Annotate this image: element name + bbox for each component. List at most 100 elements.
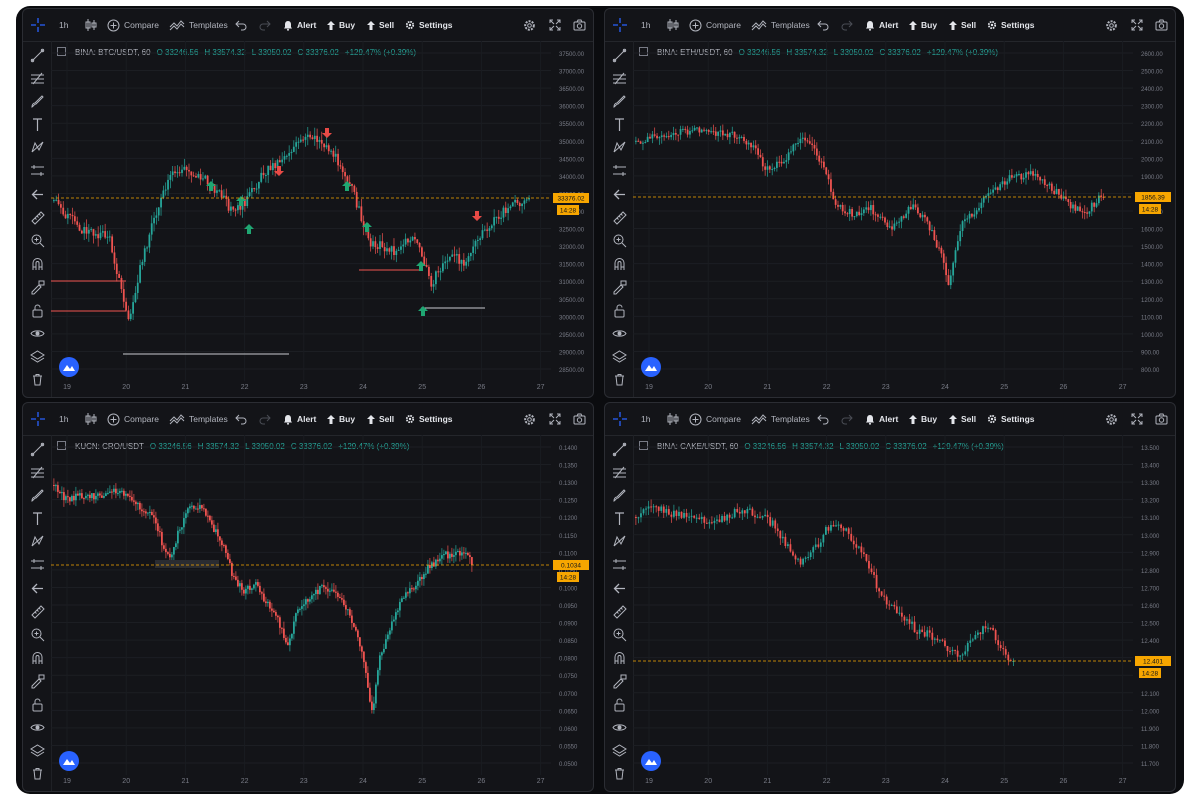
templates-button[interactable]: Templates [751, 9, 810, 41]
alert-button[interactable]: Alert [283, 9, 316, 41]
templates-button[interactable]: Templates [169, 403, 228, 435]
text-icon[interactable] [29, 510, 45, 526]
layers-icon[interactable] [29, 348, 45, 364]
ruler-icon[interactable] [611, 603, 627, 619]
camera-icon[interactable] [573, 9, 586, 41]
redo-icon[interactable] [259, 403, 271, 435]
compare-button[interactable]: Compare [107, 9, 159, 41]
layers-icon[interactable] [611, 348, 627, 364]
redo-icon[interactable] [259, 9, 271, 41]
trash-icon[interactable] [611, 765, 627, 781]
pattern-icon[interactable] [611, 533, 627, 549]
redo-icon[interactable] [841, 403, 853, 435]
candles-icon[interactable] [85, 403, 97, 435]
buy-button[interactable]: Buy [909, 9, 937, 41]
text-icon[interactable] [29, 116, 45, 132]
crosshair-icon[interactable] [31, 9, 45, 41]
settings-button[interactable]: Settings [405, 9, 453, 41]
lock-icon[interactable] [29, 302, 45, 318]
interval-button[interactable]: 1h [641, 9, 650, 41]
gear-icon[interactable] [523, 9, 536, 41]
text-icon[interactable] [611, 116, 627, 132]
candlestick-chart[interactable]: 0.1400 0.1350 0.1300 0.1250 0.1200 0.1150 0.11… [51, 435, 591, 791]
crosshair-icon[interactable] [31, 403, 45, 435]
buy-button[interactable]: Buy [327, 403, 355, 435]
templates-button[interactable]: Templates [751, 403, 810, 435]
alert-button[interactable]: Alert [865, 9, 898, 41]
sell-button[interactable]: Sell [367, 403, 394, 435]
brush-icon[interactable] [611, 487, 627, 503]
brush-icon[interactable] [29, 487, 45, 503]
gear-icon[interactable] [1105, 403, 1118, 435]
arrow-left-icon[interactable] [29, 580, 45, 596]
lock-pen-icon[interactable] [29, 673, 45, 689]
candlestick-chart[interactable]: 37500.00 37000.00 36500.00 36000.00 35500.00… [51, 41, 591, 397]
candlestick-chart[interactable]: 2600.00 2500.00 2400.00 2300.00 2200.00 2100.… [633, 41, 1173, 397]
gear-icon[interactable] [1105, 9, 1118, 41]
arrow-left-icon[interactable] [611, 186, 627, 202]
fib-icon[interactable] [29, 70, 45, 86]
sell-button[interactable]: Sell [949, 403, 976, 435]
brush-icon[interactable] [29, 93, 45, 109]
redo-icon[interactable] [841, 9, 853, 41]
undo-icon[interactable] [817, 403, 829, 435]
crosshair-icon[interactable] [613, 9, 627, 41]
candles-icon[interactable] [667, 403, 679, 435]
ruler-icon[interactable] [29, 209, 45, 225]
lock-icon[interactable] [611, 302, 627, 318]
compare-button[interactable]: Compare [689, 403, 741, 435]
sell-button[interactable]: Sell [949, 9, 976, 41]
zoom-icon[interactable] [611, 232, 627, 248]
crosshair-icon[interactable] [613, 403, 627, 435]
magnet-icon[interactable] [611, 255, 627, 271]
zoom-icon[interactable] [29, 626, 45, 642]
gear-icon[interactable] [523, 403, 536, 435]
buy-button[interactable]: Buy [909, 403, 937, 435]
settings-button[interactable]: Settings [987, 9, 1035, 41]
trash-icon[interactable] [29, 765, 45, 781]
trend-line-icon[interactable] [29, 441, 45, 457]
buy-button[interactable]: Buy [327, 9, 355, 41]
lock-pen-icon[interactable] [611, 279, 627, 295]
eye-icon[interactable] [29, 719, 45, 735]
sell-button[interactable]: Sell [367, 9, 394, 41]
settings-button[interactable]: Settings [405, 403, 453, 435]
fullscreen-icon[interactable] [549, 9, 561, 41]
measure-icon[interactable] [611, 556, 627, 572]
eye-icon[interactable] [29, 325, 45, 341]
trend-line-icon[interactable] [611, 441, 627, 457]
lock-pen-icon[interactable] [611, 673, 627, 689]
fib-icon[interactable] [611, 464, 627, 480]
compare-button[interactable]: Compare [689, 9, 741, 41]
lock-pen-icon[interactable] [29, 279, 45, 295]
magnet-icon[interactable] [29, 649, 45, 665]
camera-icon[interactable] [1155, 9, 1168, 41]
camera-icon[interactable] [573, 403, 586, 435]
layers-icon[interactable] [29, 742, 45, 758]
candlestick-chart[interactable]: 13.500 13.400 13.300 13.200 13.100 13.000 12.9… [633, 435, 1173, 791]
trash-icon[interactable] [611, 371, 627, 387]
arrow-left-icon[interactable] [29, 186, 45, 202]
measure-icon[interactable] [611, 162, 627, 178]
pattern-icon[interactable] [611, 139, 627, 155]
settings-button[interactable]: Settings [987, 403, 1035, 435]
trash-icon[interactable] [29, 371, 45, 387]
measure-icon[interactable] [29, 556, 45, 572]
lock-icon[interactable] [611, 696, 627, 712]
fullscreen-icon[interactable] [1131, 403, 1143, 435]
layers-icon[interactable] [611, 742, 627, 758]
compare-button[interactable]: Compare [107, 403, 159, 435]
eye-icon[interactable] [611, 719, 627, 735]
pattern-icon[interactable] [29, 533, 45, 549]
fib-icon[interactable] [611, 70, 627, 86]
pattern-icon[interactable] [29, 139, 45, 155]
fullscreen-icon[interactable] [1131, 9, 1143, 41]
fib-icon[interactable] [29, 464, 45, 480]
interval-button[interactable]: 1h [641, 403, 650, 435]
lock-icon[interactable] [29, 696, 45, 712]
templates-button[interactable]: Templates [169, 9, 228, 41]
brush-icon[interactable] [611, 93, 627, 109]
interval-button[interactable]: 1h [59, 9, 68, 41]
text-icon[interactable] [611, 510, 627, 526]
arrow-left-icon[interactable] [611, 580, 627, 596]
